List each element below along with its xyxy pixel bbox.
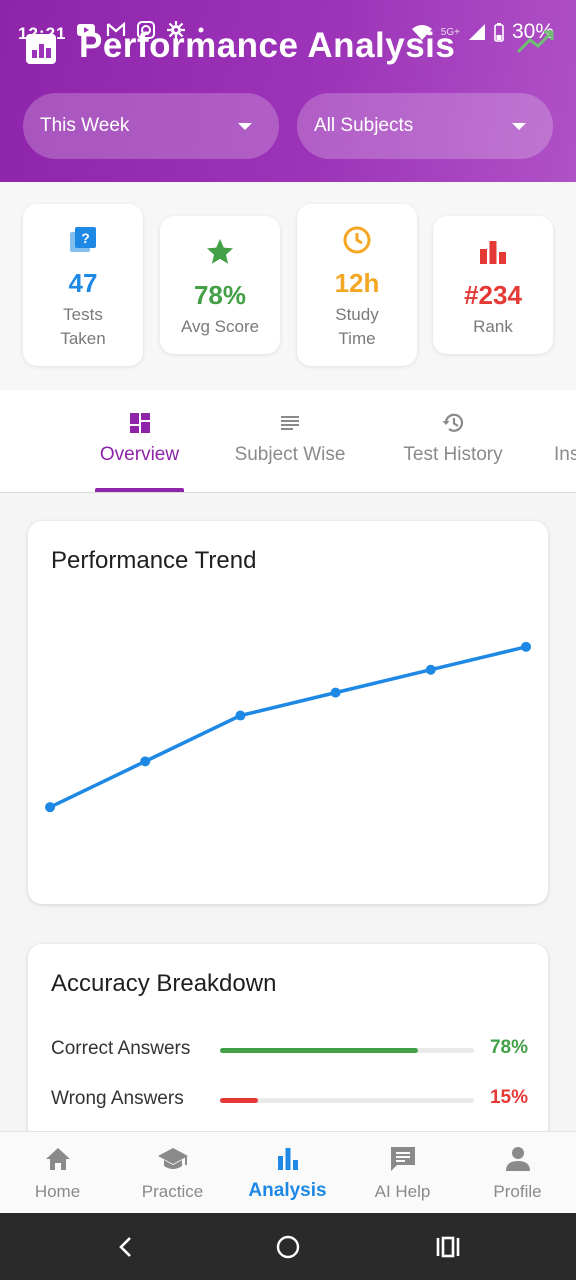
tab-overview[interactable]: Overview <box>85 390 194 492</box>
trend-point-5 <box>425 664 436 675</box>
dashboard-icon <box>129 413 150 433</box>
stat-value: 78% <box>193 280 247 310</box>
nav-ai-help[interactable]: AI Help <box>345 1132 460 1214</box>
bar-chart-icon <box>277 1148 298 1170</box>
accuracy-row-correct: Correct Answers 78% <box>51 1036 528 1066</box>
performance-trend-card: Performance Trend <box>28 521 548 904</box>
trend-point-1 <box>45 802 55 813</box>
chat-icon <box>390 1147 415 1171</box>
star-icon <box>207 239 233 264</box>
period-dropdown[interactable]: This Week <box>23 93 279 159</box>
back-button[interactable] <box>106 1227 146 1267</box>
nav-analysis[interactable]: Analysis <box>230 1132 345 1214</box>
stat-label: Taken <box>60 329 106 348</box>
home-system-button[interactable] <box>268 1227 308 1267</box>
person-icon <box>505 1147 530 1171</box>
period-dropdown-value: This Week <box>40 115 130 136</box>
tab-label: Subject Wise <box>234 444 346 465</box>
chevron-down-icon <box>238 123 252 130</box>
nav-label: Home <box>34 1182 81 1201</box>
accuracy-label: Correct Answers <box>51 1038 191 1059</box>
quiz-icon: ? <box>70 227 96 252</box>
recents-icon <box>436 1236 460 1258</box>
svg-text:?: ? <box>81 230 90 246</box>
active-tab-indicator <box>95 488 184 492</box>
tab-label: Overview <box>99 444 180 465</box>
nav-label: AI Help <box>374 1182 431 1201</box>
history-icon <box>442 413 464 432</box>
bottom-navigation: Home Practice Analysis AI Help Profile <box>0 1131 576 1214</box>
stat-label: Study <box>335 305 379 324</box>
subject-dropdown[interactable]: All Subjects <box>297 93 553 159</box>
stat-label: Rank <box>473 317 513 336</box>
tab-label: Test History <box>403 444 503 465</box>
stat-card-tests[interactable]: ? 47 Tests Taken <box>23 204 143 366</box>
stat-card-rank[interactable]: #234 Rank <box>433 216 553 354</box>
list-icon <box>281 416 299 430</box>
accuracy-value: 15% <box>489 1087 528 1108</box>
tab-bar: Overview Subject Wise Test History Ins <box>0 390 576 493</box>
stat-label: Time <box>338 329 376 348</box>
app-header: 12:21 5G+ 30% Performance Analysis <box>0 0 576 182</box>
trend-point-6 <box>521 641 531 652</box>
accuracy-value: 78% <box>489 1037 528 1058</box>
performance-trend-chart <box>45 641 531 813</box>
page-title: Performance Analysis <box>79 26 456 65</box>
accuracy-row-wrong: Wrong Answers 15% <box>51 1086 528 1116</box>
tab-label: Ins <box>554 444 576 465</box>
accuracy-bar-track <box>220 1048 474 1053</box>
title-row: Performance Analysis <box>26 26 556 70</box>
accuracy-bar-track <box>220 1098 474 1103</box>
back-chevron-icon <box>119 1237 131 1257</box>
stat-value: 47 <box>68 268 98 298</box>
tab-test-history[interactable]: Test History <box>386 390 520 492</box>
stat-label: Avg Score <box>180 317 260 336</box>
accuracy-bar-fill <box>220 1048 419 1053</box>
clock-icon <box>343 226 371 254</box>
trending-up-icon[interactable] <box>516 28 556 56</box>
trend-line <box>49 645 527 809</box>
trend-point-2 <box>140 756 151 767</box>
analytics-logo-icon <box>26 34 56 64</box>
nav-label: Profile <box>493 1182 542 1201</box>
system-navigation-bar <box>0 1213 576 1280</box>
trend-point-3 <box>235 710 246 721</box>
tab-insights-partial[interactable]: Ins <box>554 390 576 492</box>
chevron-down-icon <box>512 123 526 130</box>
stat-label: Tests <box>63 305 103 324</box>
stat-value: 12h <box>334 268 380 298</box>
nav-profile[interactable]: Profile <box>460 1132 575 1214</box>
card-title: Accuracy Breakdown <box>51 970 277 997</box>
nav-label: Practice <box>141 1182 204 1201</box>
stat-card-avg-score[interactable]: 78% Avg Score <box>160 216 280 354</box>
nav-home[interactable]: Home <box>0 1132 115 1214</box>
accuracy-label: Wrong Answers <box>51 1088 184 1109</box>
home-icon <box>45 1148 70 1170</box>
graduation-cap-icon <box>157 1148 188 1169</box>
subject-dropdown-value: All Subjects <box>314 115 414 136</box>
tab-subject-wise[interactable]: Subject Wise <box>220 390 360 492</box>
recents-button[interactable] <box>428 1227 468 1267</box>
bar-chart-icon <box>480 241 506 264</box>
home-circle-icon <box>276 1235 300 1259</box>
stats-row: ? 47 Tests Taken 78% Avg Score 12h Study… <box>0 182 576 390</box>
trend-point-4 <box>330 687 341 698</box>
nav-label: Analysis <box>248 1180 327 1201</box>
nav-practice[interactable]: Practice <box>115 1132 230 1214</box>
accuracy-bar-fill <box>220 1098 259 1103</box>
stat-card-study-time[interactable]: 12h Study Time <box>297 204 417 366</box>
stat-value: #234 <box>464 280 522 310</box>
